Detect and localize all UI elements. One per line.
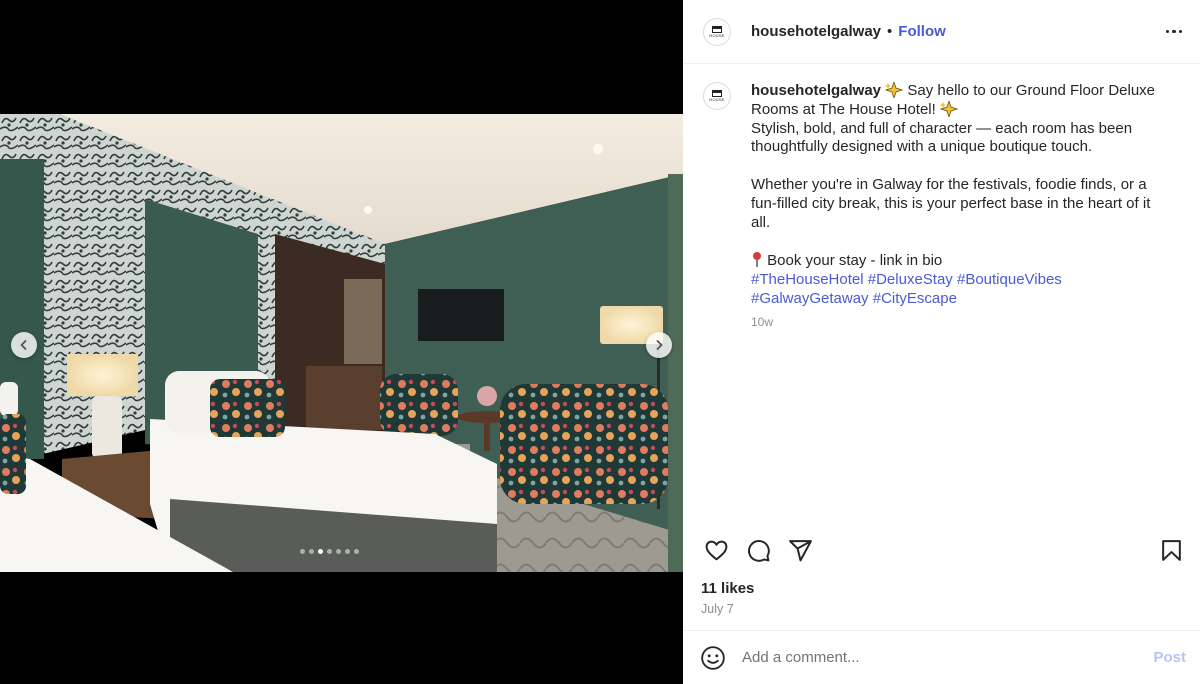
caption-age: 10w xyxy=(751,314,774,329)
save-button[interactable] xyxy=(1155,534,1187,566)
post-actions xyxy=(700,534,1187,566)
avatar-logo-text: HOUSE xyxy=(709,32,725,38)
more-options-icon xyxy=(1165,29,1170,34)
caption-line-4: Book your stay - link in bio xyxy=(751,251,1171,271)
comment-bar: Post xyxy=(683,630,1200,684)
hotel-room-photo[interactable] xyxy=(0,114,683,572)
chevron-right-icon xyxy=(656,340,663,350)
post-header: HOUSE househotelgalway • Follow xyxy=(683,0,1200,64)
avatar-logo-text: HOUSE xyxy=(709,97,725,102)
hashtags: #TheHouseHotel #DeluxeStay #BoutiqueVibe… xyxy=(751,271,1062,307)
comment-icon xyxy=(747,539,770,562)
carousel-dot xyxy=(327,549,332,554)
sparkles-emoji xyxy=(885,82,904,98)
comment-button[interactable] xyxy=(742,534,774,566)
follow-button[interactable]: Follow xyxy=(898,23,946,40)
sparkles-emoji xyxy=(939,100,958,117)
username[interactable]: househotelgalway xyxy=(751,23,881,40)
carousel-previous-button[interactable] xyxy=(11,332,37,358)
caption: HOUSE househotelgalway Say hello to our … xyxy=(703,82,1183,331)
heart-icon xyxy=(705,540,727,560)
post-details-panel: HOUSE househotelgalway • Follow HOUSE ho… xyxy=(683,0,1200,684)
post-date[interactable]: July 7 xyxy=(701,602,734,616)
caption-line-3: Whether you're in Galway for the festiva… xyxy=(751,175,1151,231)
carousel-next-button[interactable] xyxy=(646,332,672,358)
carousel-dot xyxy=(300,549,305,554)
hashtag-link[interactable]: #TheHouseHotel xyxy=(751,271,864,288)
like-button[interactable] xyxy=(700,534,732,566)
hashtag-link[interactable]: #BoutiqueVibes xyxy=(957,271,1062,288)
comment-input[interactable] xyxy=(742,649,1154,666)
post-media xyxy=(0,0,683,684)
share-button[interactable] xyxy=(784,534,816,566)
emoji-icon[interactable] xyxy=(700,645,726,671)
avatar[interactable]: HOUSE xyxy=(703,17,731,46)
carousel-dot xyxy=(354,549,359,554)
carousel-dot xyxy=(318,549,323,554)
more-options-button[interactable] xyxy=(1162,20,1186,44)
caption-username[interactable]: househotelgalway xyxy=(751,82,881,99)
hotel-logo-icon xyxy=(712,25,722,33)
hashtag-link[interactable]: #GalwayGetaway xyxy=(751,290,869,307)
hashtag-link[interactable]: #CityEscape xyxy=(873,290,957,307)
separator-dot: • xyxy=(887,23,893,40)
carousel-dot xyxy=(336,549,341,554)
caption-line-2: Stylish, bold, and full of character — e… xyxy=(751,119,1133,156)
likes-count[interactable]: 11 likes xyxy=(701,580,754,597)
post-comment-button[interactable]: Post xyxy=(1153,649,1186,666)
hashtag-link[interactable]: #DeluxeStay xyxy=(868,271,953,288)
caption-avatar[interactable]: HOUSE xyxy=(703,82,731,110)
hotel-logo-icon xyxy=(712,90,722,97)
caption-text: househotelgalway Say hello to our Ground… xyxy=(751,82,1171,331)
bookmark-icon xyxy=(1161,539,1181,561)
carousel-dot xyxy=(345,549,350,554)
round-pushpin-emoji xyxy=(753,252,761,268)
carousel-dot xyxy=(309,549,314,554)
carousel-indicator xyxy=(0,549,683,554)
share-icon xyxy=(788,539,812,561)
chevron-left-icon xyxy=(20,340,27,350)
